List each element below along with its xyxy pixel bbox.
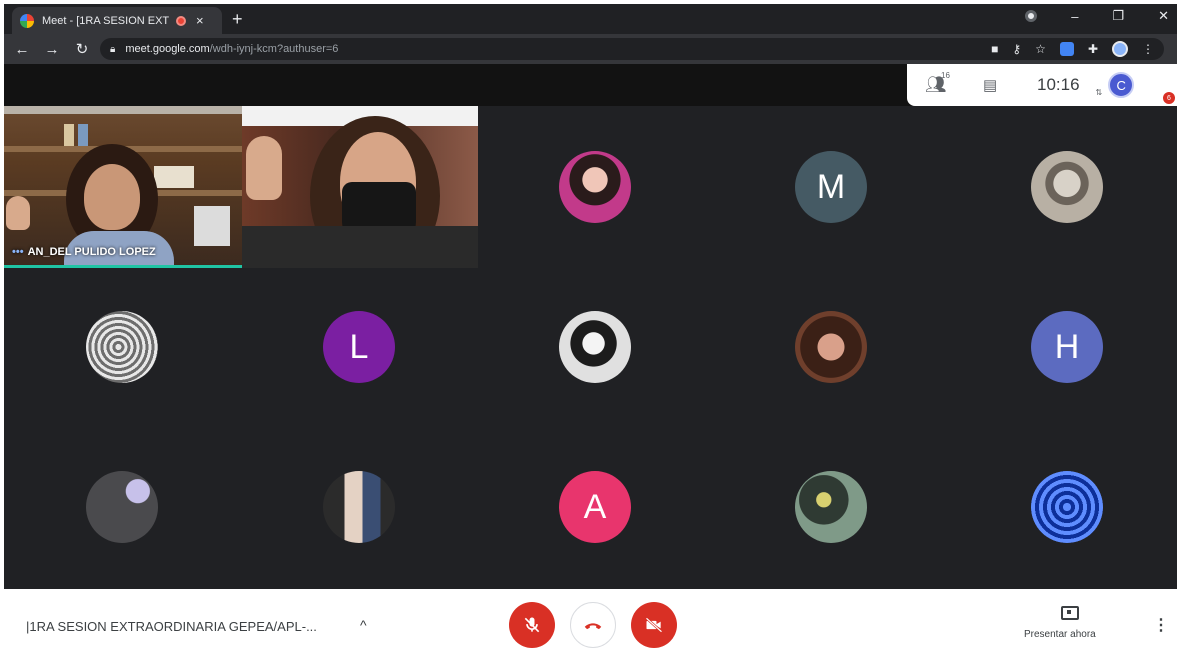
woman-closeup-icon[interactable]: [795, 311, 867, 383]
key-icon[interactable]: ⚷: [1012, 42, 1021, 56]
people-icon[interactable]: 👥︎ 16: [925, 71, 955, 95]
participant-avatar-initial[interactable]: M: [795, 151, 867, 223]
browser-toolbar: ← → ↻ 🔒︎ meet.google.com /wdh-iynj-kcm?a…: [4, 34, 1177, 64]
back-button[interactable]: ←: [10, 41, 34, 58]
url-host: meet.google.com: [125, 43, 210, 55]
leave-call-button[interactable]: [570, 602, 616, 648]
book-decor: [64, 124, 74, 146]
participant-count: 16: [941, 71, 950, 80]
window-controls: – ❐ ✕: [1025, 8, 1169, 24]
chevron-up-icon[interactable]: ^: [360, 617, 367, 633]
tile-top-strip: [4, 106, 242, 114]
video-tile-participant[interactable]: [242, 106, 478, 268]
participant-avatar-initial[interactable]: H: [1031, 311, 1103, 383]
extensions-puzzle-icon[interactable]: ✚: [1088, 42, 1098, 56]
participant-name: AN_DEL PULIDO LOPEZ: [27, 246, 156, 258]
couple-photo-icon[interactable]: [323, 471, 395, 543]
meet-stage: 👥︎ 16 ▤ 10:16 ⇅ C 6 ••• AN_DEL PULIDO LOPE…: [4, 64, 1177, 589]
lace-pattern-icon[interactable]: [86, 311, 158, 383]
user-avatar[interactable]: C: [1108, 72, 1135, 98]
app-window: Meet - [1RA SESION EXTRAC × + – ❐ ✕ ← → …: [0, 0, 1181, 662]
chrome-menu-icon[interactable]: ⋮: [1142, 42, 1154, 56]
speaking-indicator: [4, 265, 242, 268]
meeting-title[interactable]: |1RA SESION EXTRAORDINARIA GEPEA/APL-...: [26, 619, 317, 634]
mic-off-button[interactable]: [509, 602, 555, 648]
participant-avatar-initial[interactable]: L: [323, 311, 395, 383]
more-options-icon[interactable]: ⋮: [1153, 615, 1169, 635]
extension-zoom-icon[interactable]: [1059, 42, 1074, 56]
meet-favicon-icon: [20, 13, 34, 28]
profile-avatar-icon[interactable]: [1112, 41, 1128, 57]
forward-button[interactable]: →: [40, 41, 64, 58]
meet-control-bar: |1RA SESION EXTRAORDINARIA GEPEA/APL-...…: [4, 589, 1177, 658]
bookmark-star-icon[interactable]: ☆: [1035, 42, 1046, 56]
blue-rose-icon[interactable]: [1031, 471, 1103, 543]
address-bar[interactable]: 🔒︎ meet.google.com /wdh-iynj-kcm?authuse…: [100, 38, 1164, 60]
camera-in-use-icon[interactable]: ■: [991, 42, 998, 56]
camera-off-icon: [645, 617, 663, 633]
person-hand: [6, 196, 30, 230]
omnibox-icons: ■ ⚷ ☆ ✚ ⋮: [991, 41, 1154, 57]
lock-icon[interactable]: 🔒︎: [110, 44, 115, 55]
restore-button[interactable]: ❐: [1112, 8, 1124, 24]
reload-button[interactable]: ↻: [70, 40, 94, 58]
participant-avatar-initial[interactable]: A: [559, 471, 631, 543]
video-tile-name: ••• AN_DEL PULIDO LOPEZ: [12, 246, 156, 258]
mic-off-icon: [524, 617, 540, 633]
close-window-button[interactable]: ✕: [1158, 8, 1169, 24]
group-photo-icon[interactable]: [795, 471, 867, 543]
sketch-portrait-icon[interactable]: [1031, 151, 1103, 223]
present-now-label[interactable]: Presentar ahora: [1024, 629, 1096, 640]
chrome-profile-icon[interactable]: [1025, 10, 1038, 22]
person-shirt: [242, 226, 478, 268]
person-face: [84, 164, 140, 230]
book-decor: [154, 166, 194, 188]
tab-close-icon[interactable]: ×: [196, 13, 204, 28]
book-decor: [78, 124, 88, 146]
minimize-button[interactable]: –: [1071, 9, 1078, 24]
woman-portrait-icon[interactable]: [559, 151, 631, 223]
audio-level-icon: •••: [12, 246, 24, 258]
browser-tab-strip: Meet - [1RA SESION EXTRAC × + – ❐ ✕: [4, 4, 1177, 34]
flower-logo-icon[interactable]: [86, 471, 158, 543]
url-path: /wdh-iynj-kcm?authuser=6: [209, 43, 339, 55]
book-decor: [194, 206, 230, 246]
bw-portrait-icon[interactable]: [559, 311, 631, 383]
meeting-clock: 10:16: [1037, 75, 1080, 94]
raised-hand: [246, 136, 282, 200]
hang-up-icon: [584, 623, 602, 630]
present-screen-icon[interactable]: [1061, 606, 1079, 620]
new-tab-button[interactable]: +: [232, 9, 243, 30]
swap-arrows-icon: ⇅: [1095, 87, 1103, 97]
browser-tab-meet[interactable]: Meet - [1RA SESION EXTRAC ×: [12, 7, 222, 34]
notification-badge: 6: [1163, 92, 1175, 104]
chat-icon[interactable]: ▤: [983, 76, 1013, 94]
recording-indicator-icon: [176, 15, 186, 26]
tab-title: Meet - [1RA SESION EXTRAC: [42, 14, 170, 27]
meeting-info-card: 👥︎ 16 ▤ 10:16 ⇅ C 6: [907, 64, 1177, 106]
camera-off-button[interactable]: [631, 602, 677, 648]
video-tile-speaker[interactable]: ••• AN_DEL PULIDO LOPEZ: [4, 106, 242, 268]
